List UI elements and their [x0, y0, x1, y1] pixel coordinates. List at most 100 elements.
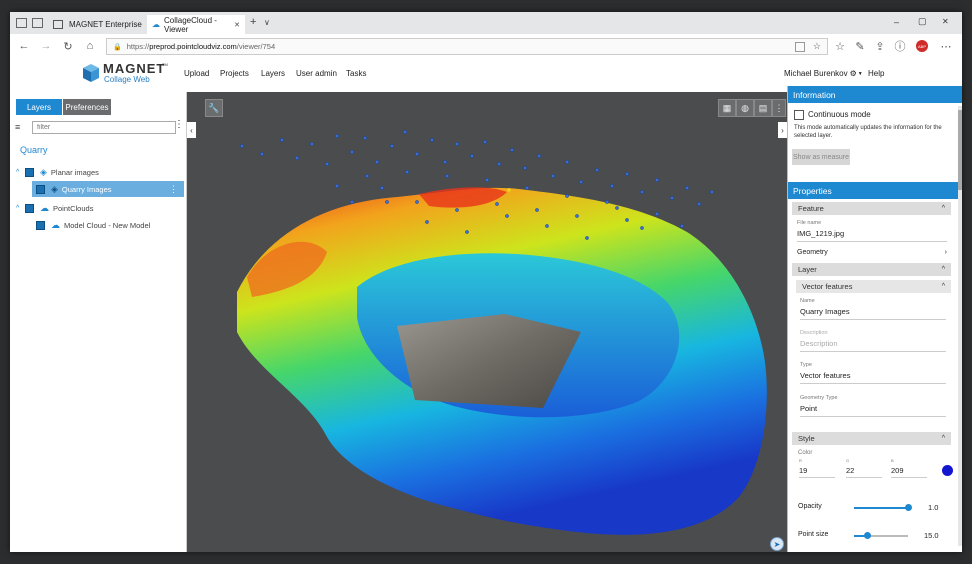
vector-features-section-header[interactable]: Vector features ^ — [796, 280, 951, 293]
home-icon[interactable]: ⌂ — [82, 38, 98, 54]
layers-panel: Layers Preferences ≡ ⋮ Quarry ^ ◈ Planar… — [10, 92, 187, 552]
file-name-label: File name — [797, 220, 822, 226]
tab-layers[interactable]: Layers — [16, 99, 62, 115]
layer-visibility-checkbox[interactable] — [36, 220, 45, 230]
color-b-input[interactable]: 209 — [891, 466, 927, 478]
collapse-right-icon[interactable]: › — [778, 122, 787, 138]
more-menu-icon[interactable]: ⋯ — [938, 38, 954, 54]
opacity-slider-handle[interactable] — [904, 504, 912, 511]
point-cloud-render[interactable] — [187, 92, 787, 552]
tab-collagecloud-viewer[interactable]: ☁ CollageCloud - Viewer ✕ — [147, 15, 245, 34]
set-aside-tabs-icon[interactable] — [32, 18, 43, 28]
menu-upload[interactable]: Upload — [184, 69, 209, 78]
new-tab-button[interactable]: + — [250, 16, 256, 28]
tree-item-model-cloud[interactable]: ☁ Model Cloud - New Model — [32, 217, 184, 233]
style-section-header[interactable]: Style ^ — [792, 432, 951, 445]
menu-tasks[interactable]: Tasks — [346, 69, 366, 78]
show-as-measure-button[interactable]: Show as measure — [792, 149, 850, 165]
cloud-favicon-icon: ☁ — [152, 20, 160, 29]
selected-point[interactable] — [507, 188, 511, 192]
share-icon[interactable]: ⇪ — [872, 38, 888, 54]
logo-tm: TM — [162, 62, 168, 67]
name-label: Name — [800, 298, 815, 304]
chevron-right-icon: › — [944, 249, 947, 256]
browser-window: MAGNET Enterprise ☁ CollageCloud - Viewe… — [10, 12, 962, 552]
menu-projects[interactable]: Projects — [220, 69, 249, 78]
collapse-left-icon[interactable]: ‹ — [187, 122, 196, 138]
tab-preferences[interactable]: Preferences — [63, 99, 111, 115]
wrench-icon[interactable]: 🔧 — [205, 99, 223, 117]
menu-layers[interactable]: Layers — [261, 69, 285, 78]
continuous-mode-description: This mode automatically updates the info… — [794, 125, 942, 139]
scrollbar-thumb[interactable] — [958, 110, 962, 190]
more-vertical-icon[interactable]: ⋮ — [169, 184, 178, 195]
layer-section-header[interactable]: Layer ^ — [792, 263, 951, 276]
tab-actions-icon[interactable] — [16, 18, 27, 28]
color-r-input[interactable]: 19 — [799, 466, 835, 478]
magnet-logo[interactable]: MAGNET TM Collage Web — [82, 61, 172, 89]
menu-user-admin[interactable]: User admin — [296, 69, 337, 78]
grid-icon[interactable]: ▦ — [718, 99, 736, 117]
chevron-up-icon: ^ — [941, 435, 945, 442]
maximize-button[interactable]: ▢ — [918, 16, 927, 27]
close-tab-icon[interactable]: ✕ — [234, 21, 240, 29]
minimize-button[interactable]: – — [894, 17, 899, 27]
tree-item-planar-images[interactable]: ^ ◈ Planar images — [16, 164, 184, 180]
more-vertical-icon[interactable]: ⋮ — [772, 99, 786, 117]
adblock-badge: ABP — [917, 43, 926, 49]
layer-visibility-checkbox[interactable] — [25, 167, 34, 177]
chevron-up-icon[interactable]: ^ — [16, 205, 25, 212]
refresh-icon[interactable]: ↻ — [60, 38, 76, 54]
layer-visibility-checkbox[interactable] — [25, 203, 34, 213]
logo-subtitle: Collage Web — [104, 75, 150, 84]
menu-help[interactable]: Help — [868, 69, 884, 78]
user-menu[interactable]: Michael Burenkov ⚙ ▼ — [784, 69, 863, 78]
feature-section-header[interactable]: Feature ^ — [792, 202, 951, 215]
compass-icon[interactable]: ➤ — [770, 537, 784, 551]
favorite-star-icon[interactable]: ☆ — [813, 41, 821, 52]
geometry-label: Geometry — [797, 249, 828, 256]
tab-list-chevron-icon[interactable]: ∨ — [264, 18, 270, 27]
more-vertical-icon[interactable]: ⋮ — [174, 119, 184, 130]
address-input[interactable]: 🔒 https:// preprod.pointcloudviz.com /vi… — [106, 38, 828, 55]
geometry-type-label: Geometry Type — [800, 395, 838, 401]
color-swatch[interactable] — [942, 465, 953, 476]
tree-label: PointClouds — [53, 203, 94, 213]
layers-icon: ◈ — [51, 183, 58, 194]
globe-icon[interactable]: ◍ — [736, 99, 754, 117]
chevron-up-icon: ^ — [941, 283, 945, 290]
back-arrow-icon[interactable]: ← — [16, 38, 32, 54]
point-size-label: Point size — [798, 531, 829, 538]
notes-pen-icon[interactable]: ✎ — [852, 38, 868, 54]
color-g-input[interactable]: 22 — [846, 466, 882, 478]
info-extension-icon[interactable]: ⓘ — [892, 38, 908, 54]
tree-item-quarry-images[interactable]: ◈ Quarry Images ⋮ — [32, 181, 184, 197]
filter-input[interactable] — [32, 121, 176, 134]
tree-item-pointclouds[interactable]: ^ ☁ PointClouds — [16, 200, 184, 216]
layer-visibility-checkbox[interactable] — [36, 184, 45, 194]
panel-scrollbar[interactable] — [958, 106, 962, 546]
description-input[interactable]: Description — [800, 339, 946, 352]
tab-magnet-enterprise[interactable]: MAGNET Enterprise — [48, 15, 146, 34]
point-size-slider[interactable] — [854, 532, 908, 539]
favorites-hub-icon[interactable]: ☆ — [832, 38, 848, 54]
chevron-up-icon[interactable]: ^ — [16, 169, 25, 176]
3d-viewer[interactable]: 🔧 ‹ ▦ ◍ ▤ ⋮ › ➤ — [187, 92, 787, 552]
url-prefix: https:// — [126, 42, 150, 51]
adblock-extension-icon[interactable]: ABP — [916, 40, 928, 52]
lock-icon: 🔒 — [113, 43, 122, 51]
geometry-row[interactable]: Geometry › — [797, 249, 947, 256]
name-input[interactable]: Quarry Images — [800, 307, 946, 320]
point-size-slider-handle[interactable] — [864, 532, 871, 539]
layers-cube-icon[interactable]: ▤ — [754, 99, 772, 117]
project-title[interactable]: Quarry — [20, 145, 48, 155]
close-window-button[interactable]: ✕ — [942, 17, 949, 26]
opacity-slider[interactable] — [854, 504, 912, 511]
chevron-up-icon: ^ — [941, 205, 945, 212]
filter-list-icon[interactable]: ≡ — [15, 122, 20, 132]
continuous-mode-checkbox[interactable] — [794, 110, 804, 120]
info-properties-panel: Information Continuous mode This mode au… — [787, 86, 962, 552]
tab-title: MAGNET Enterprise — [69, 20, 142, 29]
forward-arrow-icon[interactable]: → — [38, 38, 54, 54]
reading-view-icon[interactable] — [794, 41, 805, 52]
